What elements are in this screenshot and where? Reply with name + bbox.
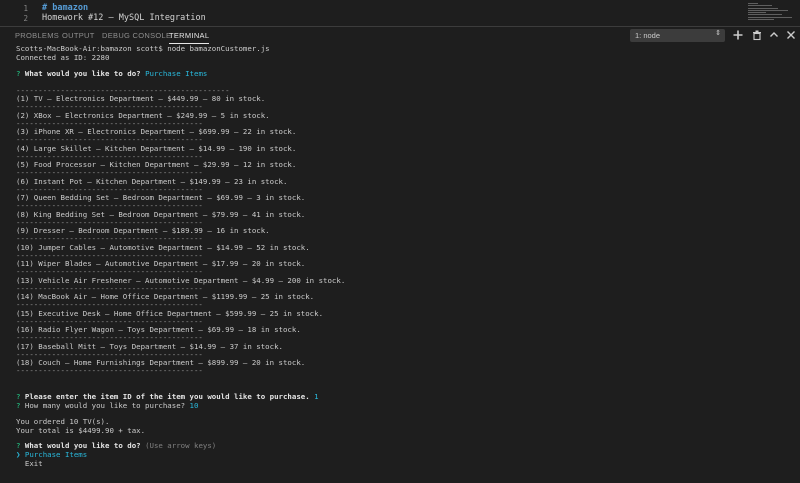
answer-text: 1 <box>314 392 319 401</box>
close-panel-button[interactable] <box>785 29 797 41</box>
order-total: Your total is $4499.90 + tax. <box>16 426 146 435</box>
question-text: How many would you like to purchase? <box>24 401 186 410</box>
menu-choice[interactable]: Exit <box>16 459 43 468</box>
trash-icon <box>753 30 761 41</box>
question-line: ? How many would you like to purchase? 1… <box>16 401 198 410</box>
question-text: Please enter the item ID of the item you… <box>24 392 310 401</box>
menu-choice-selected[interactable]: ❯ Purchase Items <box>16 450 87 459</box>
question-text: What would you like to do? <box>24 69 141 78</box>
order-message: You ordered 10 TV(s). <box>16 417 110 426</box>
connected-message: Connected as ID: 2280 <box>16 53 110 62</box>
question-mark: ? <box>16 441 21 450</box>
terminal-output[interactable]: Scotts-MacBook-Air:bamazon scott$ node b… <box>16 44 786 480</box>
answer-text: 10 <box>189 401 199 410</box>
choice-label: Exit <box>24 459 43 468</box>
terminal-select[interactable]: 1: node ⇕ <box>630 29 725 42</box>
tab-terminal[interactable]: TERMINAL <box>169 31 210 44</box>
line-number: 1 <box>23 4 28 13</box>
hint-text: (Use arrow keys) <box>145 441 217 450</box>
select-arrows-icon: ⇕ <box>715 30 721 37</box>
add-terminal-button[interactable] <box>732 29 744 41</box>
code-line[interactable]: # bamazon <box>42 3 88 13</box>
line-number-gutter: 1 2 <box>0 0 34 25</box>
kill-terminal-button[interactable] <box>751 29 763 41</box>
pointer-icon: ❯ <box>16 450 21 459</box>
separator-line: ----------------------------------------… <box>16 366 203 375</box>
close-icon <box>787 31 795 39</box>
shell-prompt-line: Scotts-MacBook-Air:bamazon scott$ node b… <box>16 44 270 53</box>
plus-icon <box>733 30 743 40</box>
maximize-panel-button[interactable] <box>768 29 780 41</box>
editor-pane[interactable]: 1 2 # bamazon Homework #12 – MySQL Integ… <box>0 0 800 25</box>
tab-problems[interactable]: PROBLEMS <box>15 31 59 40</box>
choice-label: Purchase Items <box>24 450 88 459</box>
terminal-select-value: 1: node <box>635 31 661 40</box>
question-mark: ? <box>16 401 21 410</box>
code-line[interactable]: Homework #12 – MySQL Integration <box>42 13 206 23</box>
answer-text: Purchase Items <box>145 69 208 78</box>
question-line: ? What would you like to do? (Use arrow … <box>16 441 216 450</box>
line-number: 2 <box>23 14 28 23</box>
question-mark: ? <box>16 392 21 401</box>
tab-output[interactable]: OUTPUT <box>62 31 95 40</box>
question-mark: ? <box>16 69 21 78</box>
minimap[interactable] <box>742 0 800 25</box>
question-line: ? Please enter the item ID of the item y… <box>16 392 319 401</box>
question-text: What would you like to do? <box>24 441 141 450</box>
chevron-up-icon <box>770 32 778 37</box>
question-line: ? What would you like to do? Purchase It… <box>16 69 207 78</box>
tab-debug-console[interactable]: DEBUG CONSOLE <box>102 31 171 40</box>
